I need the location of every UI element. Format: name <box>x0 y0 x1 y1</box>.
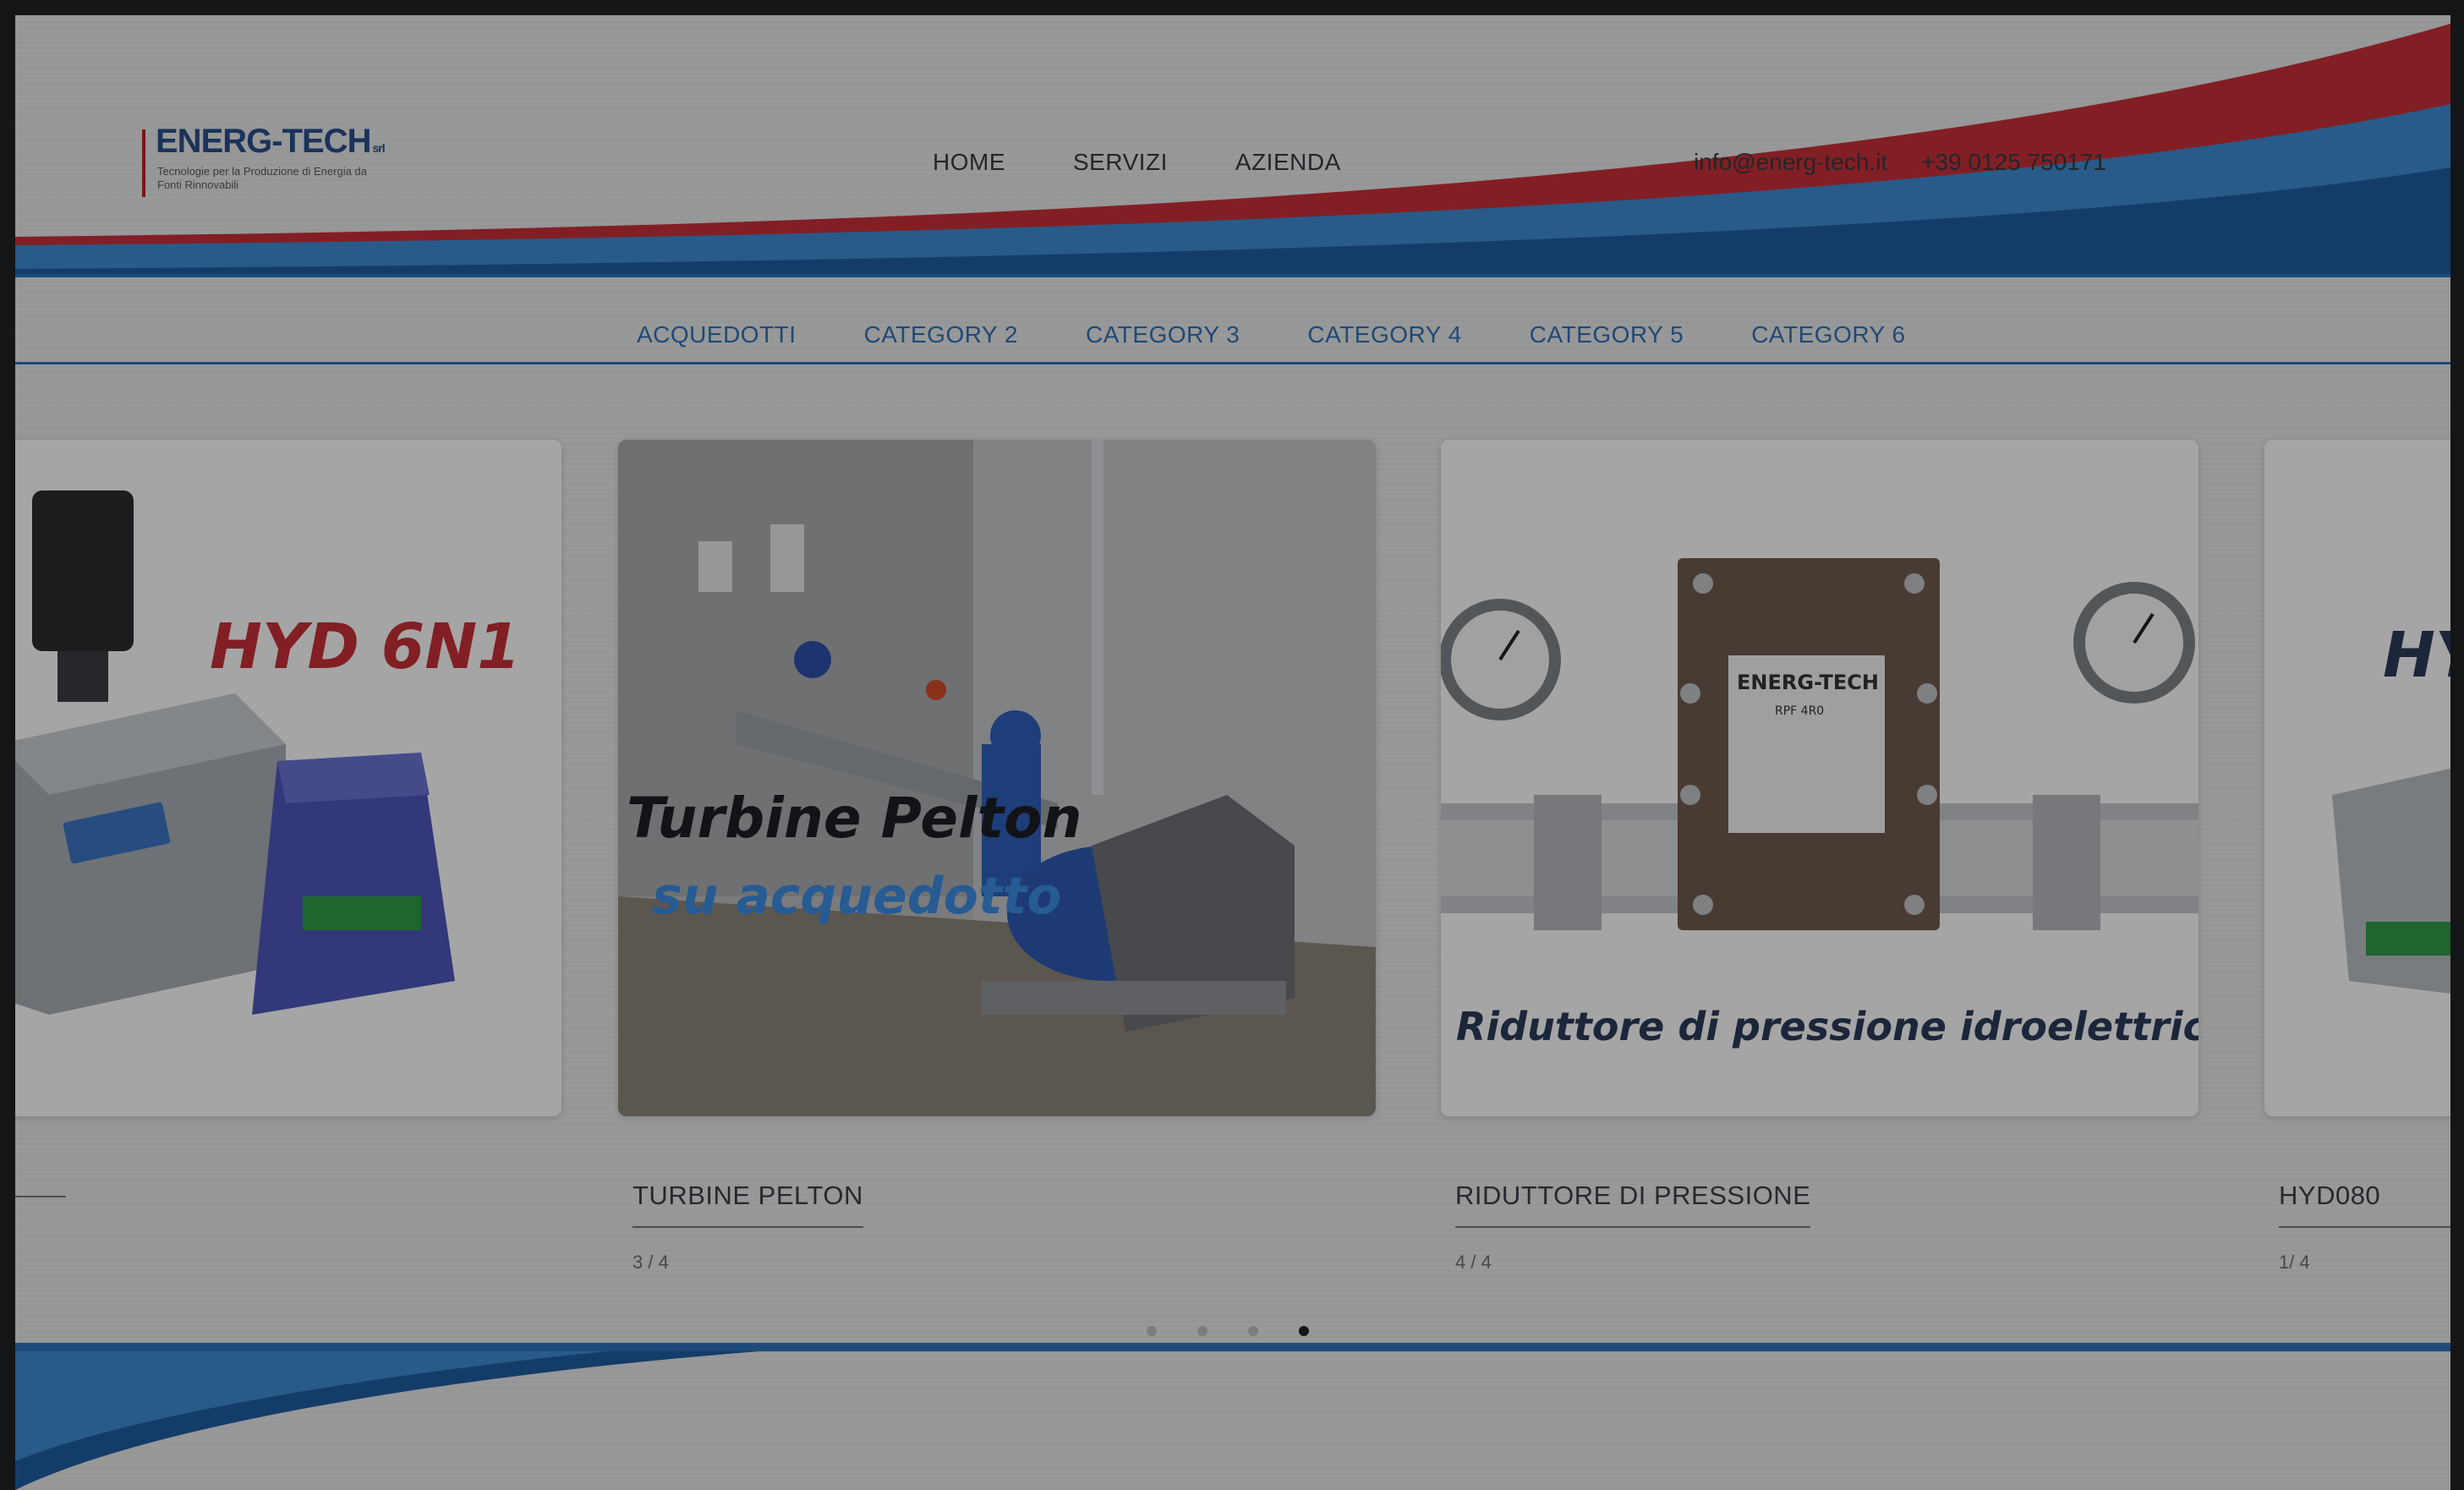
category-6[interactable]: CATEGORY 6 <box>1751 321 1905 348</box>
plate-label: ENERG-TECH <box>1737 671 1879 694</box>
carousel-card-riduttore[interactable]: ENERG-TECH RPF 4R0 Riduttore di pression… <box>1441 440 2198 1116</box>
plate-model: RPF 4R0 <box>1775 704 1824 718</box>
carousel-card-turbine-pelton[interactable]: Turbine Pelton su acquedotto <box>618 440 1376 1116</box>
pagination-dot-3[interactable] <box>1248 1326 1258 1336</box>
logo-accent-bar <box>142 129 145 197</box>
category-divider <box>15 362 2450 364</box>
caption-hyd080: HYD080 1/ 4 <box>2279 1180 2450 1273</box>
hyd6n1-product-image: HYD 6N1 <box>15 440 561 1116</box>
riduttore-image-text: Riduttore di pressione idroelettrico <box>1456 1004 2198 1049</box>
contact-phone[interactable]: +39 0125 750171 <box>1921 149 2106 176</box>
main-nav: HOME SERVIZI AZIENDA <box>933 149 1341 176</box>
pagination-dot-2[interactable] <box>1197 1326 1207 1336</box>
logo-name: ENERG-TECH <box>156 123 371 160</box>
caption-hyd6n1 <box>15 1180 66 1202</box>
brand-logo[interactable]: ENERG-TECH srl Tecnologie per la Produzio… <box>142 112 396 197</box>
riduttore-product-image: ENERG-TECH RPF 4R0 Riduttore di pression… <box>1441 440 2198 1116</box>
caption-count: 1/ 4 <box>2279 1252 2310 1273</box>
turbine-image-text-1: Turbine Pelton <box>627 786 1082 851</box>
caption-count: 3 / 4 <box>632 1252 669 1273</box>
category-acquedotti[interactable]: ACQUEDOTTI <box>637 321 797 348</box>
nav-servizi[interactable]: SERVIZI <box>1073 149 1168 176</box>
nav-azienda[interactable]: AZIENDA <box>1235 149 1341 176</box>
pagination-dot-4-active[interactable] <box>1299 1326 1309 1336</box>
caption-riduttore: RIDUTTORE DI PRESSIONE 4 / 4 <box>1455 1180 1811 1273</box>
carousel-card-hyd6n1[interactable]: HYD 6N1 <box>15 440 561 1116</box>
browser-viewport: ENERG-TECH srl Tecnologie per la Produzio… <box>15 15 2450 1490</box>
pagination-dot-1[interactable] <box>1147 1326 1157 1336</box>
caption-title: TURBINE PELTON <box>632 1180 863 1228</box>
logo-suffix: srl <box>372 141 385 155</box>
carousel-card-hyd080[interactable]: HY <box>2264 440 2450 1116</box>
caption-title: HYD080 <box>2279 1180 2450 1228</box>
category-5[interactable]: CATEGORY 5 <box>1530 321 1684 348</box>
category-2[interactable]: CATEGORY 2 <box>864 321 1018 348</box>
hyd080-product-image: HY <box>2264 440 2450 1116</box>
category-4[interactable]: CATEGORY 4 <box>1307 321 1461 348</box>
caption-turbine-pelton: TURBINE PELTON 3 / 4 <box>632 1180 863 1273</box>
nav-home[interactable]: HOME <box>933 149 1005 176</box>
hyd6n1-image-text: HYD 6N1 <box>210 611 521 683</box>
turbine-pelton-photo: Turbine Pelton su acquedotto <box>618 440 1376 1116</box>
logo-tagline: Tecnologie per la Produzione di Energia … <box>157 165 367 191</box>
footer-swoosh-decoration <box>15 1343 2450 1490</box>
contact-info: info@energ-tech.it +39 0125 750171 <box>1694 149 2106 176</box>
caption-count: 4 / 4 <box>1455 1252 1492 1273</box>
site-header: ENERG-TECH srl Tecnologie per la Produzio… <box>15 15 2450 277</box>
category-3[interactable]: CATEGORY 3 <box>1086 321 1240 348</box>
hyd080-image-text: HY <box>2383 619 2450 692</box>
category-nav: ACQUEDOTTI CATEGORY 2 CATEGORY 3 CATEGOR… <box>637 321 1906 348</box>
caption-title <box>15 1180 66 1197</box>
turbine-image-text-2: su acquedotto <box>652 867 1061 926</box>
contact-email[interactable]: info@energ-tech.it <box>1694 149 1887 176</box>
caption-title: RIDUTTORE DI PRESSIONE <box>1455 1180 1811 1228</box>
carousel-pagination <box>1147 1326 1309 1336</box>
